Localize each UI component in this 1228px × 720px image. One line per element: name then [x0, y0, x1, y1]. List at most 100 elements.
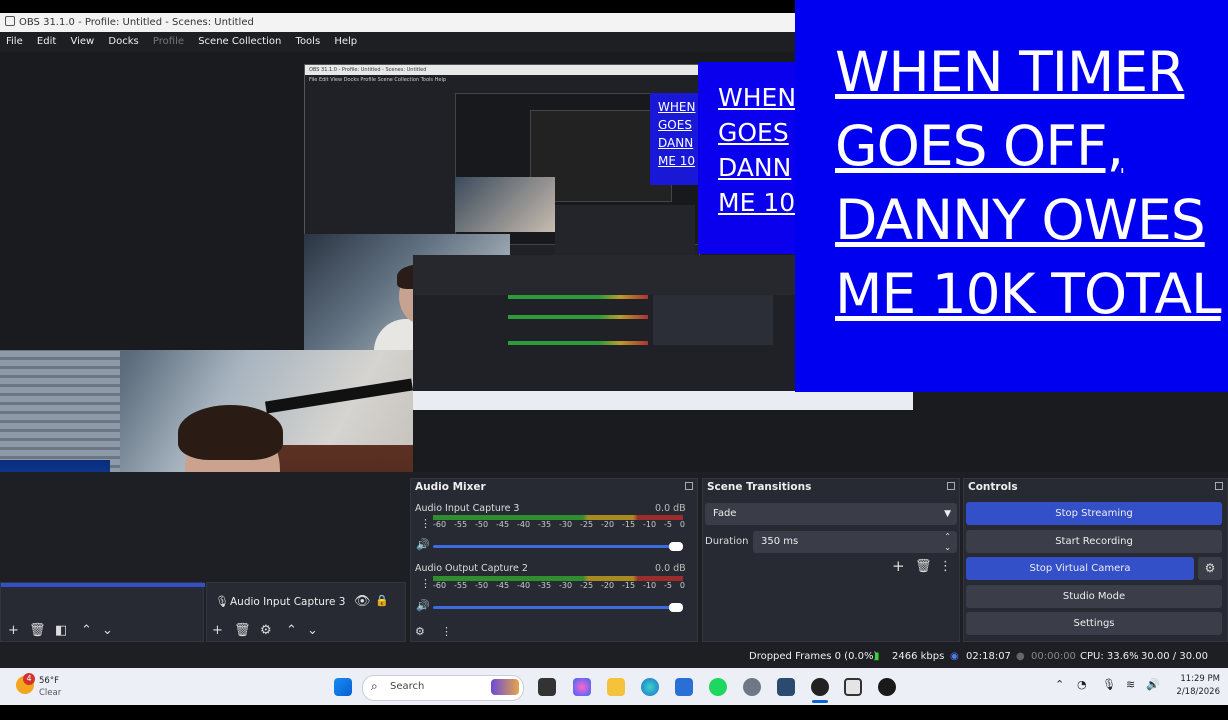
mic-icon: 🎙: [215, 595, 229, 608]
weather-condition: Clear: [39, 688, 62, 698]
search-highlight-icon: [491, 679, 519, 695]
menu-scene-collection[interactable]: Scene Collection: [198, 36, 281, 47]
channel-2-volume-knob[interactable]: [669, 603, 683, 612]
nested-menu-bar: File Edit View Docks Profile Scene Colle…: [305, 75, 699, 85]
advanced-audio-gear-icon[interactable]: ⚙: [415, 625, 425, 639]
channel-1-volume-knob[interactable]: [669, 542, 683, 551]
scale-tick: -15: [622, 581, 636, 590]
bitrate: 2466 kbps: [892, 651, 945, 662]
mid-overlay-line-2: GOES: [718, 118, 789, 147]
stream-icon: ◉: [950, 651, 959, 662]
overlay-line-4: ME 10K TOTAL: [835, 262, 1222, 326]
menu-view[interactable]: View: [70, 36, 94, 47]
file-explorer-icon[interactable]: [607, 678, 625, 696]
clock-time[interactable]: 11:29 PM: [1172, 674, 1220, 684]
add-transition-button[interactable]: +: [892, 559, 905, 574]
scale-tick: -30: [559, 520, 573, 529]
edge-icon[interactable]: [641, 678, 659, 696]
taskbar-search[interactable]: ⌕ Search: [362, 675, 524, 701]
channel-2-name: Audio Output Capture 2: [415, 563, 528, 574]
chevron-down-icon: ▼: [944, 509, 951, 519]
transition-select[interactable]: Fade ▼: [705, 503, 957, 525]
chevron-up-icon[interactable]: ⌃: [1055, 678, 1064, 691]
move-source-down-button[interactable]: ⌄: [307, 624, 318, 638]
mixer-menu-icon[interactable]: ⋮: [441, 625, 452, 639]
clock-date[interactable]: 2/18/2026: [1172, 687, 1220, 697]
obs-icon[interactable]: [811, 678, 829, 696]
scenes-dock: + 🗑 ◧ ⌃ ⌄: [0, 582, 205, 642]
mid-overlay-line-4: ME 10: [718, 188, 795, 217]
channel-1-menu-icon[interactable]: ⋮: [420, 517, 431, 530]
nested-mixer: [555, 205, 695, 255]
remove-transition-button[interactable]: 🗑: [915, 560, 932, 574]
settings-gear-icon[interactable]: [743, 678, 761, 696]
snipping-tool-icon[interactable]: [844, 678, 862, 696]
channel-2-volume-slider[interactable]: [433, 606, 681, 609]
channel-2-speaker-icon[interactable]: 🔊: [416, 599, 430, 612]
media-player-icon[interactable]: [878, 678, 896, 696]
menu-edit[interactable]: Edit: [37, 36, 56, 47]
remove-source-button[interactable]: 🗑: [234, 624, 251, 638]
transition-menu-icon[interactable]: ⋮: [939, 560, 952, 574]
channel-1-speaker-icon[interactable]: 🔊: [416, 538, 430, 551]
small-overlay-line-1: WHEN: [658, 100, 696, 114]
menu-docks[interactable]: Docks: [108, 36, 138, 47]
channel-1-volume-slider[interactable]: [433, 545, 681, 548]
move-scene-down-button[interactable]: ⌄: [102, 624, 113, 638]
cpu-usage: CPU: 33.6%: [1080, 651, 1139, 662]
lock-icon[interactable]: 🔒: [375, 594, 389, 607]
menu-tools[interactable]: Tools: [296, 36, 321, 47]
microphone-icon[interactable]: 🎙: [1102, 678, 1116, 691]
virtual-camera-gear-icon[interactable]: ⚙: [1198, 557, 1222, 580]
nested-webcam: [455, 177, 555, 232]
app-icon[interactable]: [777, 678, 795, 696]
network-icon[interactable]: ◔: [1077, 678, 1087, 691]
weather-temp: 56°F: [39, 676, 59, 686]
stop-virtual-camera-button[interactable]: Stop Virtual Camera: [966, 557, 1194, 580]
scale-tick: -30: [559, 581, 573, 590]
dock-popout-icon[interactable]: [1215, 482, 1223, 490]
menu-profile[interactable]: Profile: [153, 36, 184, 47]
microsoft-store-icon[interactable]: [675, 678, 693, 696]
dropped-frames: Dropped Frames 0 (0.0%): [749, 651, 878, 662]
source-properties-gear-icon[interactable]: ⚙: [260, 624, 272, 638]
scale-tick: -40: [517, 520, 531, 529]
nested-meter-3: [508, 341, 648, 345]
stream-time: 02:18:07: [966, 651, 1011, 662]
move-source-up-button[interactable]: ⌃: [286, 624, 297, 638]
dock-popout-icon[interactable]: [685, 482, 693, 490]
overlay-line-1: WHEN TIMER: [835, 40, 1185, 104]
task-view-icon[interactable]: [538, 678, 556, 696]
channel-2-menu-icon[interactable]: ⋮: [420, 577, 431, 590]
source-item[interactable]: 🎙 Audio Input Capture 3 👁 🔒: [207, 593, 407, 613]
windows-start-icon[interactable]: [334, 678, 352, 696]
status-bar: Dropped Frames 0 (0.0%) ▮ 2466 kbps ◉ 02…: [0, 646, 1228, 684]
channel-2-db: 0.0 dB: [655, 563, 686, 574]
menu-file[interactable]: File: [6, 36, 23, 47]
visibility-eye-icon[interactable]: 👁: [354, 594, 371, 609]
dock-popout-icon[interactable]: [947, 482, 955, 490]
spin-down-icon[interactable]: ⌄: [944, 537, 951, 559]
stop-streaming-button[interactable]: Stop Streaming: [966, 502, 1222, 525]
start-recording-button[interactable]: Start Recording: [966, 530, 1222, 553]
menu-help[interactable]: Help: [334, 36, 357, 47]
scene-filters-button[interactable]: ◧: [55, 624, 67, 638]
add-scene-button[interactable]: +: [8, 624, 19, 638]
scene-selected-row[interactable]: [1, 583, 205, 587]
small-overlay-line-3: DANN: [658, 136, 694, 150]
nested-dock-bg: [413, 255, 796, 295]
scale-tick: -50: [475, 520, 489, 529]
spotify-icon[interactable]: [709, 678, 727, 696]
studio-mode-button[interactable]: Studio Mode: [966, 585, 1222, 608]
add-source-button[interactable]: +: [212, 624, 223, 638]
signal-bars-icon: ▮: [874, 651, 880, 662]
duration-spinbox[interactable]: 350 ms ⌃ ⌄: [753, 531, 957, 553]
move-scene-up-button[interactable]: ⌃: [81, 624, 92, 638]
settings-button[interactable]: Settings: [966, 612, 1222, 635]
remove-scene-button[interactable]: 🗑: [29, 624, 46, 638]
search-icon: ⌕: [371, 679, 378, 693]
copilot-icon[interactable]: [573, 678, 591, 696]
person-hair: [178, 405, 283, 460]
volume-icon[interactable]: 🔊: [1146, 678, 1160, 691]
wifi-icon[interactable]: ≋: [1126, 678, 1135, 691]
